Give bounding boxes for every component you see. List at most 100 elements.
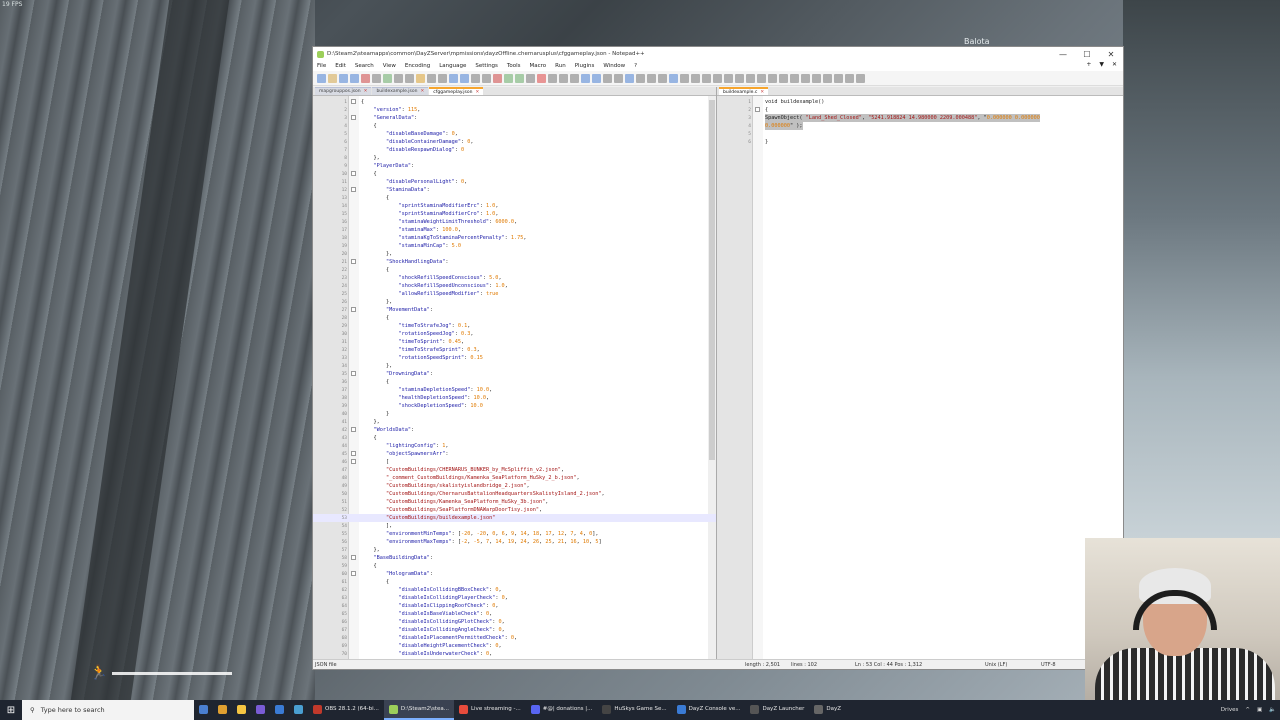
menu-item[interactable]: Window — [603, 63, 625, 69]
toolbar-button-icon[interactable] — [790, 73, 799, 83]
toolbar-button-icon[interactable] — [504, 73, 513, 83]
tab-close-icon[interactable]: ✕ — [760, 90, 764, 95]
tab-close-icon[interactable]: ✕ — [476, 90, 480, 95]
menu-item[interactable]: Macro — [529, 63, 546, 69]
code-line[interactable]: 50 "CustomBuildings/ChernarusBattalionHe… — [313, 490, 716, 498]
fold-toggle-icon[interactable] — [351, 459, 356, 464]
code-line[interactable]: 57 }, — [313, 546, 716, 554]
code-line[interactable]: 52 "CustomBuildings/SeaPlatformDNAWarpDo… — [313, 506, 716, 514]
code-line[interactable]: 42 "WorldsData": — [313, 426, 716, 434]
toolbar-button-icon[interactable] — [592, 73, 601, 83]
code-line[interactable]: 2{ — [717, 106, 1123, 114]
menu-item[interactable]: Edit — [335, 63, 346, 69]
code-line[interactable]: 34 }, — [313, 362, 716, 370]
code-line[interactable]: 30 "rotationSpeedJog": 0.3, — [313, 330, 716, 338]
code-line[interactable]: 65 "disableIsBaseViableCheck": 0, — [313, 610, 716, 618]
toolbar-button-icon[interactable] — [548, 73, 557, 83]
code-line[interactable]: 3 SpawnObject( "Land_Shed_Closed", "5241.… — [717, 114, 1123, 122]
eol-format[interactable]: Unix (LF) — [985, 662, 1007, 668]
taskbar-app[interactable]: DayZ Launcher — [745, 700, 809, 720]
code-line[interactable]: 6} — [717, 138, 1123, 146]
code-line[interactable]: 33 "rotationSpeedSprint": 0.15 — [313, 354, 716, 362]
code-line[interactable]: 31 "timeToSprint": 0.45, — [313, 338, 716, 346]
code-line[interactable]: 51 "CustomBuildings/Kamenka_SeaPlatform_… — [313, 498, 716, 506]
code-line[interactable]: 43 { — [313, 434, 716, 442]
code-line[interactable]: 13 { — [313, 194, 716, 202]
toolbar-button-icon[interactable] — [603, 73, 612, 83]
pinned-app-icon[interactable] — [270, 700, 289, 720]
taskbar-app[interactable]: DayZ — [809, 700, 846, 720]
menu-item[interactable]: Run — [555, 63, 566, 69]
code-line[interactable]: 2 "version": 115, — [313, 106, 716, 114]
code-line[interactable]: 11 "disablePersonalLight": 0, — [313, 178, 716, 186]
code-line[interactable]: 56 "environmentMaxTemps": [-2, -5, 7, 14… — [313, 538, 716, 546]
toolbar-button-icon[interactable] — [724, 73, 733, 83]
fold-toggle-icon[interactable] — [351, 451, 356, 456]
code-line[interactable]: 5 "disableBaseDamage": 0, — [313, 130, 716, 138]
menu-item[interactable]: File — [317, 63, 326, 69]
toolbar-button-icon[interactable] — [658, 73, 667, 83]
code-line[interactable]: 54 ], — [313, 522, 716, 530]
menu-item[interactable]: Encoding — [405, 63, 430, 69]
code-line[interactable]: 20 }, — [313, 250, 716, 258]
toolbar-button-icon[interactable] — [372, 73, 381, 83]
toolbar-button-icon[interactable] — [537, 73, 546, 83]
toolbar-button-icon[interactable] — [801, 73, 810, 83]
toolbar-button-icon[interactable] — [625, 73, 634, 83]
code-line[interactable]: 1 void buildexample() — [717, 98, 1123, 106]
code-line[interactable]: 29 "timeToStrafeJog": 0.1, — [313, 322, 716, 330]
menu-item[interactable]: Tools — [507, 63, 521, 69]
code-line[interactable]: 40 } — [313, 410, 716, 418]
code-line[interactable]: 15 "sprintStaminaModifierCro": 1.0, — [313, 210, 716, 218]
code-line[interactable]: 67 "disableIsCollidingAngleCheck": 0, — [313, 626, 716, 634]
tab-close-icon[interactable]: ✕ — [364, 89, 368, 94]
toolbar-button-icon[interactable] — [482, 73, 491, 83]
toolbar-button-icon[interactable] — [834, 73, 843, 83]
code-line[interactable]: 32 "timeToStrafeSprint": 0.3, — [313, 346, 716, 354]
toolbar-button-icon[interactable] — [702, 73, 711, 83]
file-tab[interactable]: cfggameplay.json ✕ — [429, 87, 484, 95]
taskbar-app[interactable]: DayZ Console ve... — [672, 700, 746, 720]
menu-item[interactable]: ? — [634, 63, 637, 69]
code-line[interactable]: 17 "staminaMax": 100.0, — [313, 226, 716, 234]
menu-control[interactable]: ▼ — [1099, 61, 1104, 68]
pinned-app-icon[interactable] — [289, 700, 308, 720]
code-line[interactable]: 16 "staminaWeightLimitThreshold": 6000.0… — [313, 218, 716, 226]
toolbar-button-icon[interactable] — [350, 73, 359, 83]
code-line[interactable]: 5 — [717, 130, 1123, 138]
toolbar-button-icon[interactable] — [394, 73, 403, 83]
menu-item[interactable]: View — [383, 63, 396, 69]
fold-toggle-icon[interactable] — [351, 555, 356, 560]
toolbar-button-icon[interactable] — [526, 73, 535, 83]
start-button[interactable]: ⊞ — [0, 700, 22, 720]
code-line[interactable]: 6 "disableContainerDamage": 0, — [313, 138, 716, 146]
code-line[interactable]: 44 "lightingConfig": 1, — [313, 442, 716, 450]
code-line[interactable]: 3 "GeneralData": — [313, 114, 716, 122]
code-line[interactable]: 7 "disableRespawnDialog": 0 — [313, 146, 716, 154]
code-line[interactable]: 22 { — [313, 266, 716, 274]
code-line[interactable]: 19 "staminaMinCap": 5.0 — [313, 242, 716, 250]
fold-toggle-icon[interactable] — [351, 171, 356, 176]
code-line[interactable]: 9 "PlayerData": — [313, 162, 716, 170]
toolbar-button-icon[interactable] — [328, 73, 337, 83]
code-line[interactable]: 28 { — [313, 314, 716, 322]
toolbar-button-icon[interactable] — [845, 73, 854, 83]
code-line[interactable]: 36 { — [313, 378, 716, 386]
pinned-app-icon[interactable] — [251, 700, 270, 720]
left-editor[interactable]: 1{2 "version": 115, 3 "GeneralData": 4 {5 … — [313, 96, 716, 661]
toolbar-button-icon[interactable] — [383, 73, 392, 83]
toolbar-button-icon[interactable] — [581, 73, 590, 83]
code-line[interactable]: 66 "disableIsCollidingGPlotCheck": 0, — [313, 618, 716, 626]
fold-toggle-icon[interactable] — [351, 427, 356, 432]
toolbar-button-icon[interactable] — [636, 73, 645, 83]
toolbar-button-icon[interactable] — [614, 73, 623, 83]
toolbar-button-icon[interactable] — [416, 73, 425, 83]
code-line[interactable]: 26 }, — [313, 298, 716, 306]
code-line[interactable]: 8 }, — [313, 154, 716, 162]
code-line[interactable]: 41 }, — [313, 418, 716, 426]
toolbar-button-icon[interactable] — [812, 73, 821, 83]
toolbar-button-icon[interactable] — [449, 73, 458, 83]
code-line[interactable]: 35 "DrowningData": — [313, 370, 716, 378]
code-line[interactable]: 62 "disableIsCollidingBBoxCheck": 0, — [313, 586, 716, 594]
code-line[interactable]: 18 "staminaKgToStaminaPercentPenalty": 1… — [313, 234, 716, 242]
